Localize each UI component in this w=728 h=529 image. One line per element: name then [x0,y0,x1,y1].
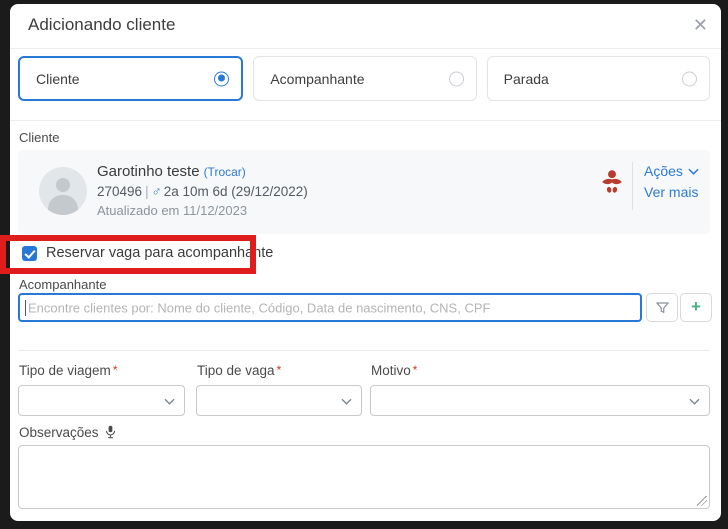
chevron-down-icon [164,398,175,405]
actions-dropdown[interactable]: Ações [644,161,699,182]
companion-section-label: Acompanhante [19,277,107,292]
close-icon[interactable]: ✕ [693,14,708,36]
client-name-row: Garotinho teste (Trocar) [97,162,308,182]
reason-select[interactable] [370,385,710,416]
funnel-icon [655,301,669,313]
modal-header: Adicionando cliente ✕ [10,4,721,49]
resize-handle[interactable] [697,496,707,506]
actions-label: Ações [644,163,683,179]
seat-type-label: Tipo de vaga * [197,363,281,378]
radio-unselected-icon[interactable] [681,71,697,86]
avatar [39,167,87,215]
section-divider [18,350,710,351]
label-text: Tipo de viagem [19,363,111,378]
male-gender-icon: ♂ [151,184,162,199]
checkbox-checked-icon[interactable] [22,245,37,261]
required-asterisk: * [112,363,118,377]
tab-label: Parada [503,70,549,87]
separator: | [145,184,149,199]
see-more-link[interactable]: Ver mais [644,182,699,203]
tab-acompanhante[interactable]: Acompanhante [253,56,477,101]
chevron-down-icon [688,168,699,175]
companion-search-input[interactable]: Encontre clientes por: Nome do cliente, … [18,293,642,322]
reserve-companion-label: Reservar vaga para acompanhante [46,245,274,261]
entry-type-tabs: Cliente Acompanhante Parada [18,56,710,101]
client-updated: Atualizado em 11/12/2023 [97,203,248,218]
required-asterisk: * [276,363,282,377]
baby-indicator-icon [602,170,622,193]
add-companion-button[interactable]: + [680,293,712,322]
reserve-companion-row: Reservar vaga para acompanhante [22,245,273,261]
observations-label: Observações [19,424,99,440]
client-card: Garotinho teste (Trocar) 270496 | ♂ 2a 10m 6… [18,150,710,234]
required-asterisk: * [412,363,418,377]
tab-label: Acompanhante [270,70,365,87]
tab-parada[interactable]: Parada [486,56,710,101]
tab-label: Cliente [36,70,80,87]
reason-label: Motivo * [371,363,417,378]
seat-type-select[interactable] [196,385,362,416]
client-info-row: 270496 | ♂ 2a 10m 6d (29/12/2022) [97,182,308,201]
section-divider [10,120,721,121]
trip-type-label: Tipo de viagem * [19,363,117,378]
client-actions: Ações Ver mais [644,161,699,203]
avatar-body-shape [48,195,78,215]
avatar-head-shape [56,178,70,192]
chevron-down-icon [341,398,352,405]
vertical-divider [632,162,633,210]
client-age: 2a 10m 6d (29/12/2022) [163,184,308,199]
add-client-modal: Adicionando cliente ✕ Cliente Acompanhan… [10,4,721,521]
client-code: 270496 [97,184,143,199]
chevron-down-icon [689,398,700,405]
text-caret [25,300,26,316]
microphone-icon[interactable] [104,424,117,440]
screen: { "modal": { "title": "Adicionando clien… [0,0,728,529]
observations-label-row: Observações [19,424,117,440]
client-name: Garotinho teste [97,163,200,180]
plus-icon: + [691,297,701,316]
observations-textarea[interactable] [18,445,710,509]
tab-cliente[interactable]: Cliente [18,56,244,101]
radio-selected-icon[interactable] [214,71,230,86]
search-placeholder: Encontre clientes por: Nome do cliente, … [28,300,491,315]
modal-title: Adicionando cliente [28,15,176,34]
trip-type-select[interactable] [18,385,185,416]
change-client-link[interactable]: (Trocar) [204,165,246,179]
label-text: Tipo de vaga [197,363,275,378]
client-summary: Garotinho teste (Trocar) 270496 | ♂ 2a 10m 6… [97,162,308,220]
filter-button[interactable] [646,293,678,322]
radio-unselected-icon[interactable] [448,71,464,86]
client-section-label: Cliente [19,130,60,145]
label-text: Motivo [371,363,411,378]
